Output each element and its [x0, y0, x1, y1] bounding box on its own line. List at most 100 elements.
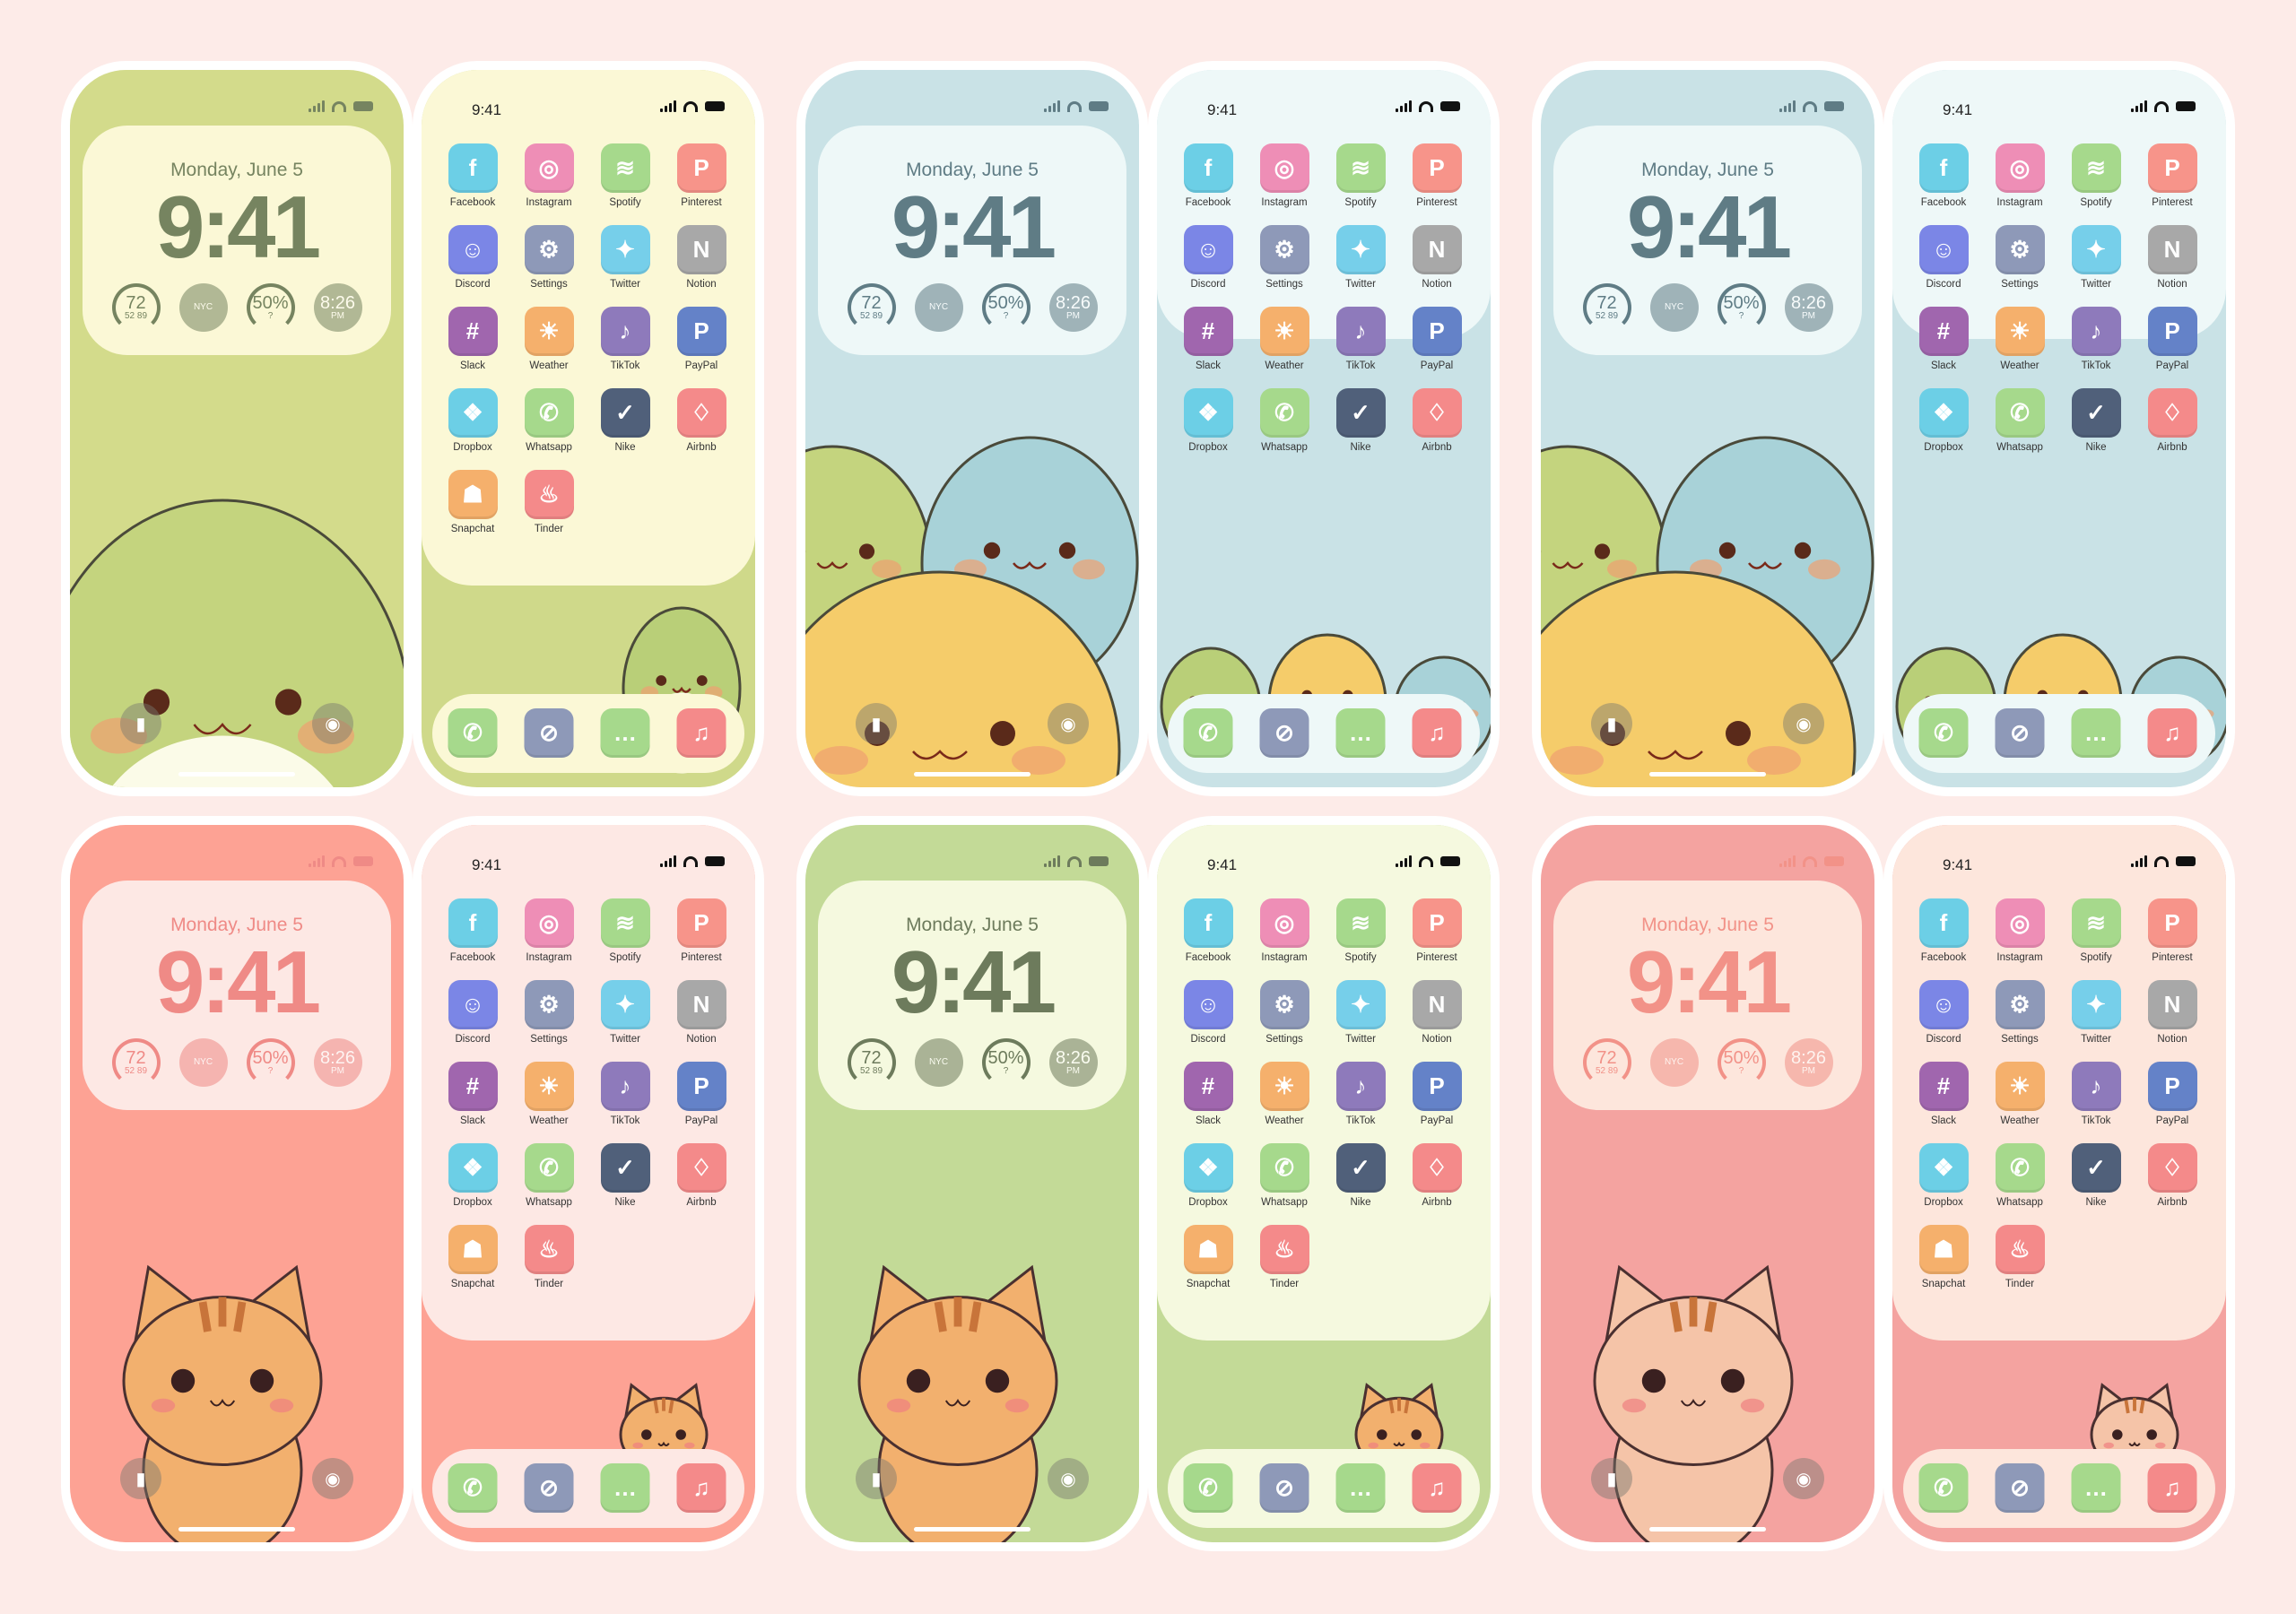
app-paypal[interactable]: P PayPal	[665, 1062, 737, 1126]
app-pinterest[interactable]: P Pinterest	[2136, 898, 2208, 963]
camera-icon[interactable]: ◉	[1048, 1458, 1089, 1499]
app-slack[interactable]: # Slack	[1908, 307, 1979, 371]
alarm-widget[interactable]: 8:26 PM	[313, 1038, 362, 1087]
app-nike[interactable]: ✓ Nike	[1325, 1143, 1396, 1208]
battery-widget[interactable]: 50%?	[1717, 283, 1766, 332]
message-bubble-icon[interactable]: …	[1335, 708, 1386, 758]
message-bubble-icon[interactable]: …	[1335, 1463, 1386, 1513]
app-weather[interactable]: ☀ Weather	[1984, 307, 2056, 371]
app-discord[interactable]: ☺ Discord	[437, 980, 509, 1045]
home-indicator[interactable]	[914, 772, 1031, 777]
app-discord[interactable]: ☺ Discord	[1908, 225, 1979, 290]
app-tinder[interactable]: ♨ Tinder	[513, 470, 585, 534]
app-paypal[interactable]: P PayPal	[2136, 307, 2208, 371]
flashlight-icon[interactable]: ▮	[856, 703, 897, 744]
app-snapchat[interactable]: ☗ Snapchat	[437, 470, 509, 534]
app-notion[interactable]: N Notion	[1401, 980, 1473, 1045]
app-paypal[interactable]: P PayPal	[665, 307, 737, 371]
app-instagram[interactable]: ◎ Instagram	[513, 143, 585, 208]
app-weather[interactable]: ☀ Weather	[513, 1062, 585, 1126]
app-spotify[interactable]: ≋ Spotify	[589, 898, 661, 963]
music-note-icon[interactable]: ♫	[2147, 1463, 2197, 1513]
battery-widget[interactable]: 50%?	[246, 1038, 295, 1087]
battery-widget[interactable]: 50%?	[981, 283, 1031, 332]
app-airbnb[interactable]: ♢ Airbnb	[665, 1143, 737, 1208]
app-notion[interactable]: N Notion	[665, 225, 737, 290]
app-nike[interactable]: ✓ Nike	[1325, 388, 1396, 453]
weather-widget[interactable]: 72 52 89	[111, 1038, 161, 1087]
app-weather[interactable]: ☀ Weather	[1248, 307, 1320, 371]
weather-widget[interactable]: 72 52 89	[111, 283, 161, 332]
app-paypal[interactable]: P PayPal	[1401, 1062, 1473, 1126]
music-note-icon[interactable]: ♫	[676, 708, 726, 758]
phone-icon[interactable]: ✆	[1918, 1463, 1969, 1513]
phone-icon[interactable]: ✆	[1918, 708, 1969, 758]
app-airbnb[interactable]: ♢ Airbnb	[1401, 1143, 1473, 1208]
app-discord[interactable]: ☺ Discord	[1172, 225, 1244, 290]
app-tiktok[interactable]: ♪ TikTok	[2060, 1062, 2132, 1126]
world-clock-widget[interactable]: NYC	[178, 283, 228, 332]
app-weather[interactable]: ☀ Weather	[1984, 1062, 2056, 1126]
app-facebook[interactable]: f Facebook	[1908, 898, 1979, 963]
app-spotify[interactable]: ≋ Spotify	[1325, 898, 1396, 963]
music-note-icon[interactable]: ♫	[676, 1463, 726, 1513]
app-dropbox[interactable]: ❖ Dropbox	[1172, 388, 1244, 453]
app-weather[interactable]: ☀ Weather	[513, 307, 585, 371]
compass-icon[interactable]: ⊘	[524, 1463, 574, 1513]
app-dropbox[interactable]: ❖ Dropbox	[1172, 1143, 1244, 1208]
app-snapchat[interactable]: ☗ Snapchat	[437, 1225, 509, 1289]
app-pinterest[interactable]: P Pinterest	[1401, 898, 1473, 963]
app-facebook[interactable]: f Facebook	[1172, 143, 1244, 208]
app-tinder[interactable]: ♨ Tinder	[1248, 1225, 1320, 1289]
app-spotify[interactable]: ≋ Spotify	[589, 143, 661, 208]
app-airbnb[interactable]: ♢ Airbnb	[1401, 388, 1473, 453]
app-snapchat[interactable]: ☗ Snapchat	[1172, 1225, 1244, 1289]
app-whatsapp[interactable]: ✆ Whatsapp	[1984, 388, 2056, 453]
battery-widget[interactable]: 50%?	[246, 283, 295, 332]
app-tiktok[interactable]: ♪ TikTok	[1325, 307, 1396, 371]
app-notion[interactable]: N Notion	[665, 980, 737, 1045]
alarm-widget[interactable]: 8:26 PM	[1784, 283, 1833, 332]
camera-icon[interactable]: ◉	[1783, 1458, 1824, 1499]
app-facebook[interactable]: f Facebook	[437, 143, 509, 208]
app-settings[interactable]: ⚙ Settings	[1984, 225, 2056, 290]
app-spotify[interactable]: ≋ Spotify	[1325, 143, 1396, 208]
music-note-icon[interactable]: ♫	[1412, 708, 1462, 758]
app-paypal[interactable]: P PayPal	[1401, 307, 1473, 371]
app-notion[interactable]: N Notion	[1401, 225, 1473, 290]
app-pinterest[interactable]: P Pinterest	[665, 143, 737, 208]
app-instagram[interactable]: ◎ Instagram	[513, 898, 585, 963]
app-paypal[interactable]: P PayPal	[2136, 1062, 2208, 1126]
app-discord[interactable]: ☺ Discord	[1172, 980, 1244, 1045]
app-snapchat[interactable]: ☗ Snapchat	[1908, 1225, 1979, 1289]
app-instagram[interactable]: ◎ Instagram	[1984, 898, 2056, 963]
phone-icon[interactable]: ✆	[1183, 708, 1233, 758]
flashlight-icon[interactable]: ▮	[856, 1458, 897, 1499]
weather-widget[interactable]: 72 52 89	[1582, 1038, 1631, 1087]
app-whatsapp[interactable]: ✆ Whatsapp	[1248, 388, 1320, 453]
app-dropbox[interactable]: ❖ Dropbox	[1908, 1143, 1979, 1208]
flashlight-icon[interactable]: ▮	[120, 703, 161, 744]
app-twitter[interactable]: ✦ Twitter	[2060, 980, 2132, 1045]
music-note-icon[interactable]: ♫	[2147, 708, 2197, 758]
world-clock-widget[interactable]: NYC	[178, 1038, 228, 1087]
camera-icon[interactable]: ◉	[1783, 703, 1824, 744]
app-whatsapp[interactable]: ✆ Whatsapp	[513, 388, 585, 453]
app-tinder[interactable]: ♨ Tinder	[513, 1225, 585, 1289]
app-nike[interactable]: ✓ Nike	[2060, 388, 2132, 453]
world-clock-widget[interactable]: NYC	[914, 283, 963, 332]
app-discord[interactable]: ☺ Discord	[437, 225, 509, 290]
music-note-icon[interactable]: ♫	[1412, 1463, 1462, 1513]
app-settings[interactable]: ⚙ Settings	[513, 225, 585, 290]
app-dropbox[interactable]: ❖ Dropbox	[1908, 388, 1979, 453]
app-nike[interactable]: ✓ Nike	[589, 1143, 661, 1208]
app-slack[interactable]: # Slack	[437, 1062, 509, 1126]
app-pinterest[interactable]: P Pinterest	[1401, 143, 1473, 208]
app-tiktok[interactable]: ♪ TikTok	[1325, 1062, 1396, 1126]
phone-icon[interactable]: ✆	[448, 1463, 498, 1513]
flashlight-icon[interactable]: ▮	[1591, 1458, 1632, 1499]
app-airbnb[interactable]: ♢ Airbnb	[2136, 388, 2208, 453]
camera-icon[interactable]: ◉	[312, 1458, 353, 1499]
app-notion[interactable]: N Notion	[2136, 225, 2208, 290]
message-bubble-icon[interactable]: …	[600, 708, 650, 758]
